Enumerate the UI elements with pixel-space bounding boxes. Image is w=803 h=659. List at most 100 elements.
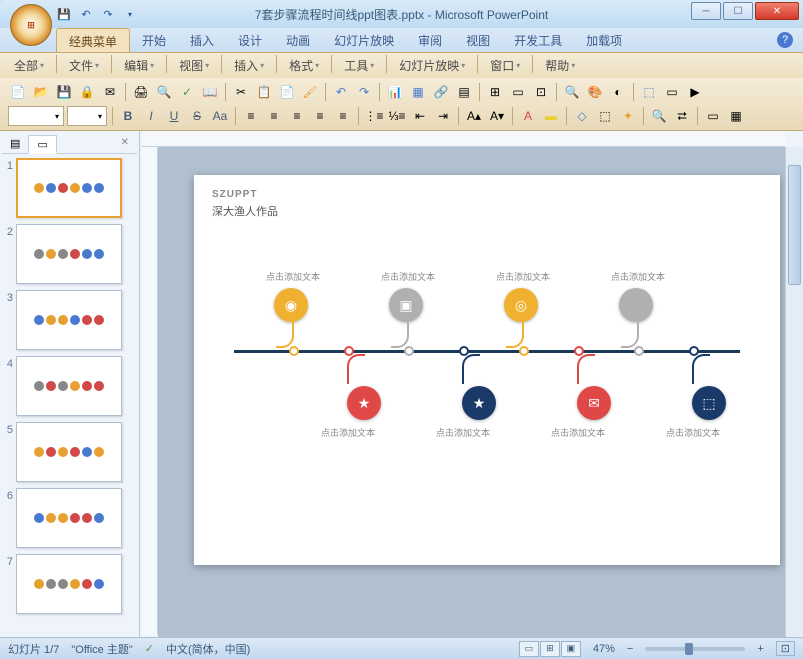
ribbon-tab-7[interactable]: 视图 bbox=[454, 28, 502, 52]
align-center-icon[interactable]: ≡ bbox=[264, 106, 284, 126]
font-dropdown[interactable]: ▾ bbox=[8, 106, 64, 126]
slide-thumb-row-2[interactable]: 2 bbox=[2, 224, 137, 284]
font-size-inc-icon[interactable]: A▴ bbox=[464, 106, 484, 126]
slide-thumbnail-3[interactable] bbox=[16, 290, 122, 350]
zoom-slider[interactable] bbox=[645, 647, 745, 651]
slide-thumb-row-1[interactable]: 1 bbox=[2, 158, 137, 218]
open-icon[interactable]: 📂 bbox=[31, 82, 51, 102]
ribbon-tab-2[interactable]: 插入 bbox=[178, 28, 226, 52]
menu-2[interactable]: 编辑▾ bbox=[118, 55, 160, 76]
tables-icon[interactable]: ⊞ bbox=[485, 82, 505, 102]
align-right-icon[interactable]: ≡ bbox=[287, 106, 307, 126]
menu-7[interactable]: 幻灯片放映▾ bbox=[393, 55, 471, 76]
chart-icon[interactable]: 📊 bbox=[385, 82, 405, 102]
minimize-button[interactable]: ─ bbox=[691, 2, 721, 20]
undo-icon[interactable]: ↶ bbox=[78, 6, 94, 22]
color-icon[interactable]: 🎨 bbox=[585, 82, 605, 102]
gridlines-icon[interactable]: ⊡ bbox=[531, 82, 551, 102]
slide-thumb-row-3[interactable]: 3 bbox=[2, 290, 137, 350]
save-icon[interactable]: 💾 bbox=[54, 82, 74, 102]
ribbon-tab-3[interactable]: 设计 bbox=[226, 28, 274, 52]
undo-icon[interactable]: ↶ bbox=[331, 82, 351, 102]
slide-thumbnail-1[interactable] bbox=[16, 158, 122, 218]
timeline-label-5[interactable]: 点击添加文本 bbox=[436, 426, 490, 439]
slide-canvas[interactable]: SZUPPT 深大渔人作品 ◉点击添加文本▣点击添加文本◎点击添加文本点击添加文… bbox=[194, 175, 780, 565]
slide-thumbnail-7[interactable] bbox=[16, 554, 122, 614]
timeline-label-6[interactable]: 点击添加文本 bbox=[551, 426, 605, 439]
layout-icon[interactable]: ▦ bbox=[726, 106, 746, 126]
menu-9[interactable]: 帮助▾ bbox=[539, 55, 581, 76]
find-icon[interactable]: 🔍 bbox=[649, 106, 669, 126]
arrange-icon[interactable]: ⬚ bbox=[639, 82, 659, 102]
ribbon-tab-0[interactable]: 经典菜单 bbox=[56, 28, 130, 52]
timeline-label-4[interactable]: 点击添加文本 bbox=[321, 426, 375, 439]
font-color-icon[interactable]: A bbox=[518, 106, 538, 126]
scrollbar-thumb[interactable] bbox=[788, 165, 801, 285]
scrollbar-vertical[interactable] bbox=[785, 147, 803, 637]
highlight-icon[interactable]: ▬ bbox=[541, 106, 561, 126]
mail-icon[interactable]: ✉ bbox=[100, 82, 120, 102]
replace-icon[interactable]: ⮂ bbox=[672, 106, 692, 126]
close-panel-icon[interactable]: ✕ bbox=[113, 135, 137, 153]
normal-view-button[interactable]: ▭ bbox=[519, 641, 539, 657]
italic-icon[interactable]: I bbox=[141, 106, 161, 126]
timeline-label-3[interactable]: 点击添加文本 bbox=[611, 270, 665, 283]
font-size-dec-icon[interactable]: A▾ bbox=[487, 106, 507, 126]
grayscale-icon[interactable]: ◐ bbox=[608, 82, 628, 102]
status-language[interactable]: 中文(简体，中国) bbox=[166, 641, 250, 657]
strikethrough-icon[interactable]: S bbox=[187, 106, 207, 126]
numbering-icon[interactable]: ⅓≡ bbox=[387, 106, 407, 126]
cut-icon[interactable]: ✂ bbox=[231, 82, 251, 102]
new-icon[interactable]: 📄 bbox=[8, 82, 28, 102]
research-icon[interactable]: 📖 bbox=[200, 82, 220, 102]
spellcheck-icon[interactable]: ✓ bbox=[145, 642, 154, 655]
new-slide-icon[interactable]: ▭ bbox=[703, 106, 723, 126]
bold-icon[interactable]: B bbox=[118, 106, 138, 126]
macros-icon[interactable]: ▶ bbox=[685, 82, 705, 102]
underline-icon[interactable]: U bbox=[164, 106, 184, 126]
align-left-icon[interactable]: ≡ bbox=[241, 106, 261, 126]
slide-editor[interactable]: SZUPPT 深大渔人作品 ◉点击添加文本▣点击添加文本◎点击添加文本点击添加文… bbox=[158, 147, 803, 637]
zoom-in-button[interactable]: + bbox=[757, 643, 763, 655]
timeline-label-1[interactable]: 点击添加文本 bbox=[381, 270, 435, 283]
ribbon-tab-5[interactable]: 幻灯片放映 bbox=[322, 28, 406, 52]
ribbon-tab-6[interactable]: 审阅 bbox=[406, 28, 454, 52]
table-icon[interactable]: ▦ bbox=[408, 82, 428, 102]
ribbon-tab-1[interactable]: 开始 bbox=[130, 28, 178, 52]
office-button[interactable]: ⊞ bbox=[10, 4, 52, 46]
slide-thumbnail-5[interactable] bbox=[16, 422, 122, 482]
zoom-icon[interactable]: 🔍 bbox=[562, 82, 582, 102]
redo-icon[interactable]: ↷ bbox=[100, 6, 116, 22]
close-button[interactable]: ✕ bbox=[755, 2, 799, 20]
permission-icon[interactable]: 🔒 bbox=[77, 82, 97, 102]
help-icon[interactable]: ? bbox=[777, 32, 793, 48]
timeline-label-7[interactable]: 点击添加文本 bbox=[666, 426, 720, 439]
table2-icon[interactable]: ▤ bbox=[454, 82, 474, 102]
ribbon-tab-9[interactable]: 加载项 bbox=[574, 28, 634, 52]
show-icon[interactable]: ▭ bbox=[508, 82, 528, 102]
print-icon[interactable]: 🖨 bbox=[131, 82, 151, 102]
slides-tab[interactable]: ▭ bbox=[28, 135, 56, 154]
menu-0[interactable]: 全部▾ bbox=[8, 55, 50, 76]
outline-tab[interactable]: ▤ bbox=[2, 135, 28, 153]
ribbon-tab-4[interactable]: 动画 bbox=[274, 28, 322, 52]
qat-dropdown-icon[interactable]: ▾ bbox=[122, 6, 138, 22]
maximize-button[interactable]: ☐ bbox=[723, 2, 753, 20]
slide-thumbnail-6[interactable] bbox=[16, 488, 122, 548]
preview-icon[interactable]: 🔍 bbox=[154, 82, 174, 102]
quick-styles-icon[interactable]: ✦ bbox=[618, 106, 638, 126]
justify-icon[interactable]: ≡ bbox=[310, 106, 330, 126]
menu-8[interactable]: 窗口▾ bbox=[484, 55, 526, 76]
size-dropdown[interactable]: ▾ bbox=[67, 106, 107, 126]
indent-dec-icon[interactable]: ⇤ bbox=[410, 106, 430, 126]
shape-icon[interactable]: ◇ bbox=[572, 106, 592, 126]
slide-thumb-row-5[interactable]: 5 bbox=[2, 422, 137, 482]
ribbon-tab-8[interactable]: 开发工具 bbox=[502, 28, 574, 52]
indent-inc-icon[interactable]: ⇥ bbox=[433, 106, 453, 126]
menu-6[interactable]: 工具▾ bbox=[338, 55, 380, 76]
slide-thumbnail-2[interactable] bbox=[16, 224, 122, 284]
menu-4[interactable]: 插入▾ bbox=[228, 55, 270, 76]
sorter-view-button[interactable]: ⊞ bbox=[540, 641, 560, 657]
zoom-percent[interactable]: 47% bbox=[593, 643, 615, 655]
zoom-slider-handle[interactable] bbox=[685, 643, 693, 655]
